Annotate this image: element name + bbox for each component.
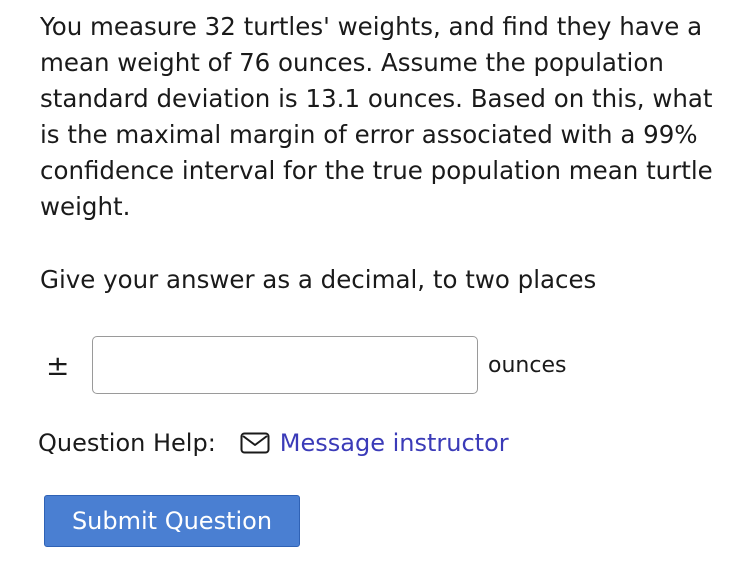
question-text: You measure 32 turtles' weights, and fin… — [40, 12, 713, 221]
question-page: You measure 32 turtles' weights, and fin… — [0, 0, 750, 572]
message-instructor-link[interactable]: Message instructor — [280, 429, 509, 457]
unit-label: ounces — [488, 353, 567, 378]
question-help-label: Question Help: — [38, 429, 216, 457]
mail-icon — [240, 432, 270, 454]
plus-minus-symbol: ± — [46, 349, 70, 382]
question-help: Question Help: Message instructor — [38, 423, 509, 463]
submit-question-button[interactable]: Submit Question — [44, 495, 300, 547]
answer-instruction: Give your answer as a decimal, to two pl… — [40, 265, 597, 294]
answer-input[interactable] — [92, 336, 478, 394]
